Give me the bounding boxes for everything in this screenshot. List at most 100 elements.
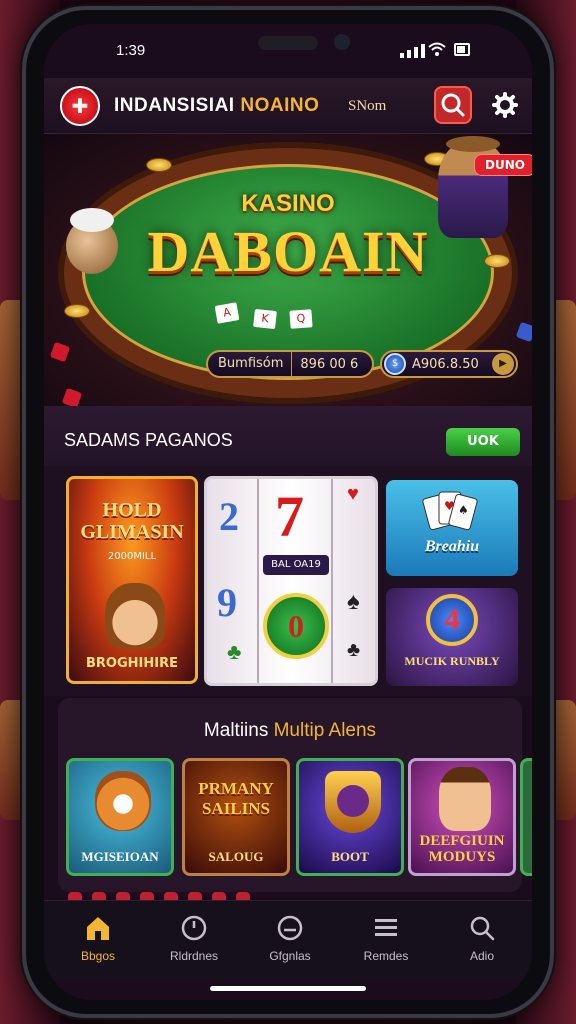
slot-symbol: 7 [275,484,304,549]
game-tile-lion[interactable]: MGISEIOAN [66,758,174,876]
menu-icon [375,919,397,936]
hero-banner[interactable]: DUNO KASINO DABOAIN A K Q Bumfisóm 896 0… [44,134,532,406]
hero-kicker: KASINO [241,190,335,217]
game-caption: BOOT [331,849,369,864]
tab-menu[interactable]: Remdes [338,913,434,963]
game-tile-modus[interactable]: DEEFGIUIN MODUYS [408,758,516,876]
tab-label: Gfgnlas [269,949,311,963]
game-title: PRMANY SAILINS [198,779,274,818]
game-emblem: 4 [426,594,478,646]
signal-icon [400,44,425,58]
game-tile-boot[interactable]: BOOT [296,758,404,876]
coin-icon: $ [384,353,406,375]
game-caption: MUCIK RUNBLY [404,654,500,668]
game-tile-partial[interactable] [520,758,532,876]
game-caption: BROGHIHIRE [86,656,178,671]
home-indicator[interactable] [210,986,366,991]
playing-card: Q [289,309,313,329]
hero-title: DABOAIN [147,219,429,284]
balance-pill[interactable]: $ A906.8.50 ▶ [380,350,518,378]
game-subtitle: 2000MILL [107,551,157,562]
slot-symbol: 9 [217,580,237,625]
game-title: HOLD GLIMASIN [80,499,184,543]
heart-icon: ♥ [347,483,359,505]
svg-text:♠: ♠ [458,503,469,517]
clock-icon [181,915,207,941]
section-title: SADAMS PAGANOS [64,430,233,450]
battery-icon [454,43,470,56]
jackpot-value: 896 00 6 [300,356,359,372]
bottom-nav: Bbgos Rldrdnes Gfgnlas Remdes Adio [44,900,532,980]
gold-chip [64,304,90,318]
speaker-notch [258,36,318,50]
game-tile-multiplier[interactable]: 4 MUCIK RUNBLY [386,588,518,686]
club-icon: ♣ [347,639,361,661]
tab-label: Bbgos [80,949,116,963]
search-button[interactable] [434,86,472,124]
circle-icon [277,915,303,941]
section-header: SADAMS PAGANOS UOK [44,406,532,466]
cards-fan-icon: ♥ ♠ [422,491,478,531]
tab-home[interactable]: Bbgos [50,913,146,963]
brand-name-part2: NOAINO [240,95,320,116]
decor-chips [68,892,250,900]
character-portrait [105,583,165,649]
section-title-part1: Maltiins [203,720,269,741]
dice-icon [61,387,83,406]
game-caption: DEEFGIUIN MODUYS [419,833,505,865]
tab-label: Adio [469,949,495,963]
slot-chip: 0 [263,593,329,659]
dice-icon [49,341,71,363]
front-camera [334,34,350,50]
header-secondary-text[interactable]: SNom [348,98,386,115]
lion-character [95,771,151,831]
brand-name-part1: INDANSISIAI [114,95,235,116]
tab-label: Rldrdnes [169,949,219,963]
live-badge: DUNO [474,154,532,176]
app-logo[interactable]: ✚ [60,86,100,126]
home-icon [87,917,109,940]
tab-search[interactable]: Adio [434,913,530,963]
jackpot-pill[interactable]: Bumfisóm 896 00 6 [206,350,374,378]
tab-recent[interactable]: Rldrdnes [146,913,242,963]
gear-icon [492,92,518,118]
wifi-icon [428,42,446,56]
game-tile-hold[interactable]: HOLD GLIMASIN 2000MILL BROGHIHIRE [66,476,198,684]
slot-symbol: 2 [219,494,239,539]
character-portrait [439,767,491,831]
more-button[interactable]: UOK [446,428,520,456]
game-caption: Breahiu [424,538,480,555]
balance-value: A906.8.50 [412,356,479,372]
svg-text:♥: ♥ [444,499,455,513]
section-title: Maltiins Multip Alens [58,720,522,742]
status-bar: 1:39 [44,24,532,76]
clover-icon: ♣ [227,639,242,664]
spade-icon: ♠ [347,589,360,615]
game-tile-slot[interactable]: 2 7 9 ♣ ♠ ♥ ♣ BAL OA19 0 [204,476,378,686]
search-icon [470,916,495,941]
playing-card: A [214,302,240,324]
phone-screen: 1:39 ✚ INDANSISIAI NOAINO SNom DUNO KASI… [44,24,532,1000]
game-caption: MGISEIOAN [81,849,159,864]
gold-chip [146,158,172,172]
games-grid: HOLD GLIMASIN 2000MILL BROGHIHIRE 2 7 9 … [44,466,532,696]
play-icon: ▶ [492,353,514,375]
tab-label: Remdes [363,949,409,963]
jackpot-label: Bumfisóm [208,352,293,376]
tab-games[interactable]: Gfgnlas [242,913,338,963]
app-header: ✚ INDANSISIAI NOAINO SNom [44,78,532,134]
multiplayer-section: Maltiins Multip Alens MGISEIOAN PRMANY S… [58,698,532,892]
playing-card: K [253,308,277,330]
game-tile-blackjack[interactable]: ♥ ♠ Breahiu [386,480,518,576]
game-tile-primary[interactable]: PRMANY SAILINS SALOUG [182,758,290,876]
search-icon [441,93,465,117]
crest-emblem [325,771,381,833]
settings-button[interactable] [490,90,520,120]
section-title-part2: Multip Alens [273,720,377,741]
brand-name: INDANSISIAI NOAINO [114,95,319,117]
status-time: 1:39 [116,42,146,59]
game-caption: SALOUG [208,849,264,864]
slot-label: BAL OA19 [263,555,329,575]
dice-icon [515,321,532,343]
phone-frame: 1:39 ✚ INDANSISIAI NOAINO SNom DUNO KASI… [22,6,554,1018]
